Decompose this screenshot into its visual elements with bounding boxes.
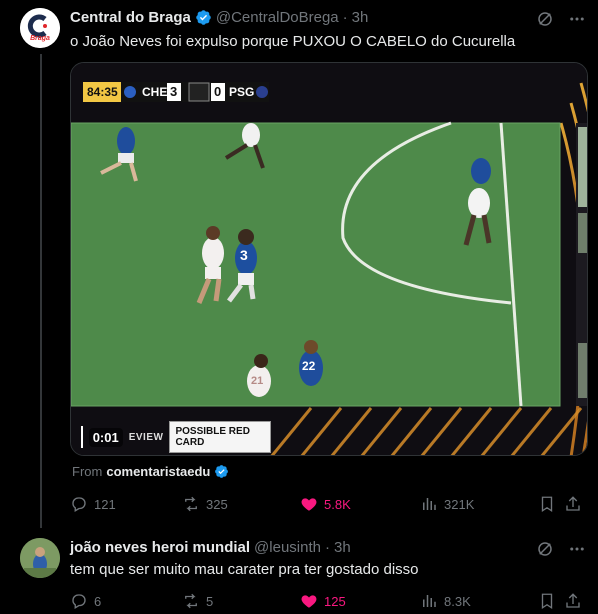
reply-button[interactable]: 6 <box>70 592 182 610</box>
home-team: CHE <box>142 85 168 99</box>
repost-button[interactable]: 5 <box>182 592 300 610</box>
match-clock: 84:35 <box>87 85 118 99</box>
from-attribution: From comentaristaedu <box>72 464 229 479</box>
author-name[interactable]: joão neves heroi mundial <box>70 539 250 556</box>
review-label: EVIEW <box>128 431 164 443</box>
like-icon <box>301 595 317 608</box>
author-name[interactable]: Central do Braga <box>70 9 191 26</box>
red-card-banner: POSSIBLE RED CARD <box>169 421 271 453</box>
like-button[interactable]: 125 <box>300 592 420 610</box>
tweet-reply[interactable]: joão neves heroi mundial @leusinth · 3h … <box>0 530 598 614</box>
home-score: 3 <box>170 84 178 99</box>
grok-icon[interactable] <box>536 10 554 28</box>
avatar[interactable] <box>20 538 60 578</box>
avatar[interactable]: Braga <box>20 8 60 48</box>
separator: · <box>342 9 348 26</box>
action-bar: 6 5 125 8.3K <box>70 592 588 610</box>
bookmark-icon <box>541 496 553 513</box>
video-time: 0:01 <box>88 427 123 447</box>
video-progress-indicator <box>81 426 83 448</box>
timestamp[interactable]: 3h <box>334 539 351 556</box>
repost-icon <box>185 593 197 609</box>
more-icon[interactable] <box>568 10 586 28</box>
away-team: PSG <box>229 85 255 99</box>
repost-icon <box>185 496 197 512</box>
repost-button[interactable]: 325 <box>182 495 300 513</box>
thread-line <box>40 54 42 528</box>
author-handle[interactable]: @leusinth <box>254 539 321 556</box>
bookmark-button[interactable] <box>538 592 564 610</box>
reply-count: 6 <box>94 593 102 609</box>
more-icon[interactable] <box>568 540 586 558</box>
share-button[interactable] <box>564 495 584 513</box>
like-count: 125 <box>324 593 346 609</box>
repost-count: 325 <box>206 496 228 512</box>
player-number: 22 <box>302 359 316 373</box>
views-button[interactable]: 321K <box>420 495 538 513</box>
bookmark-button[interactable] <box>538 495 564 513</box>
player-number: 21 <box>251 375 264 387</box>
grok-icon[interactable] <box>536 540 554 558</box>
reply-icon <box>72 594 86 609</box>
from-label: From <box>72 464 103 479</box>
verified-badge-icon <box>215 465 229 478</box>
timestamp[interactable]: 3h <box>352 9 369 26</box>
reply-button[interactable]: 121 <box>70 495 182 513</box>
video-frame <box>71 63 587 455</box>
from-source[interactable]: comentaristaedu <box>106 464 210 479</box>
player-number: 3 <box>240 247 248 263</box>
tweet-header: joão neves heroi mundial @leusinth · 3h <box>70 539 351 556</box>
reply-count: 121 <box>94 496 116 512</box>
verified-badge-icon <box>196 10 211 25</box>
author-handle[interactable]: @CentralDoBrega <box>216 9 339 26</box>
tweet-text: o João Neves foi expulso porque PUXOU O … <box>70 33 516 50</box>
views-icon <box>423 498 436 510</box>
views-icon <box>423 595 436 607</box>
share-icon <box>566 593 580 608</box>
like-count: 5.8K <box>324 496 351 512</box>
separator: · <box>324 539 330 556</box>
like-icon <box>301 498 317 511</box>
repost-count: 5 <box>206 593 214 609</box>
share-button[interactable] <box>564 592 584 610</box>
share-icon <box>566 496 580 511</box>
bookmark-icon <box>541 593 553 610</box>
video-controls: 0:01 EVIEW POSSIBLE RED CARD <box>81 421 271 453</box>
reply-icon <box>72 497 86 512</box>
views-button[interactable]: 8.3K <box>420 592 538 610</box>
tweet-text: tem que ser muito mau carater pra ter go… <box>70 561 419 578</box>
tweet-header: Central do Braga @CentralDoBrega · 3h <box>70 9 368 26</box>
tweet-main[interactable]: Braga Central do Braga @CentralDoBrega ·… <box>0 0 598 530</box>
away-score: 0 <box>214 84 222 99</box>
avatar-logo-text: Braga <box>30 35 50 42</box>
views-count: 321K <box>444 496 475 512</box>
like-button[interactable]: 5.8K <box>300 495 420 513</box>
video-player[interactable]: 84:35 CHE 3 0 PSG 3 22 21 0:01 EVIEW POS… <box>70 62 588 456</box>
views-count: 8.3K <box>444 593 471 609</box>
action-bar: 121 325 5.8K 321K <box>70 495 588 513</box>
